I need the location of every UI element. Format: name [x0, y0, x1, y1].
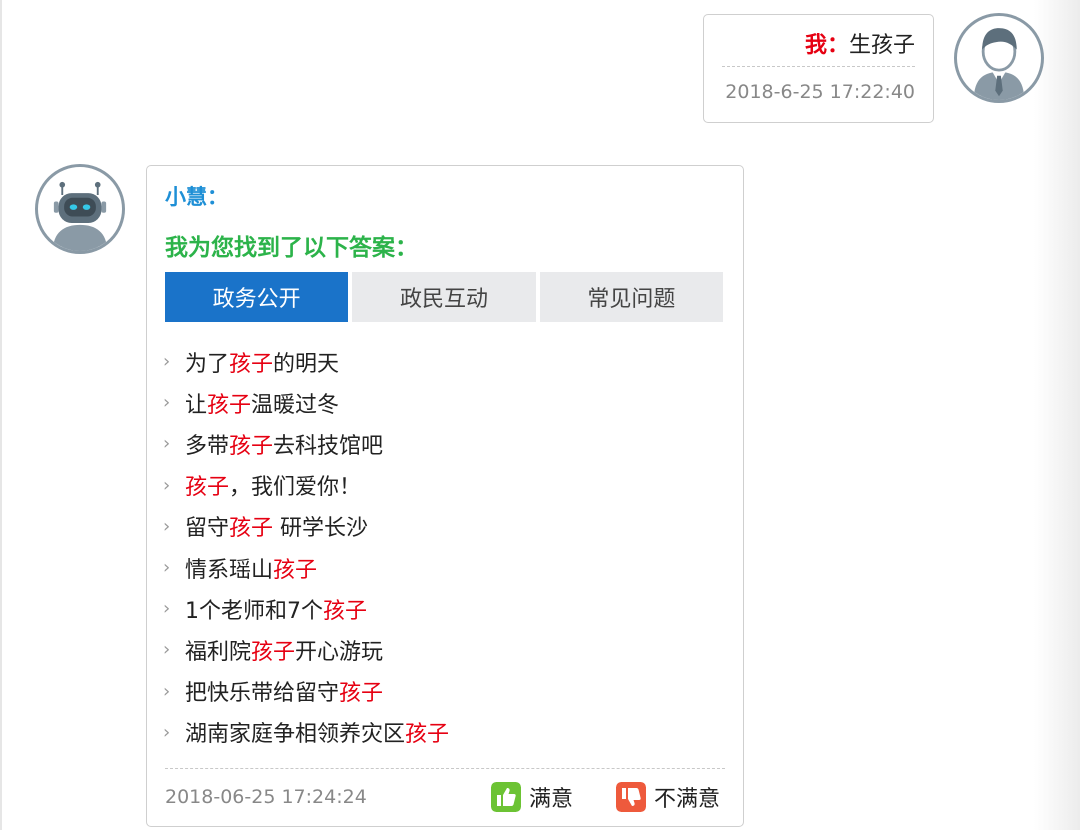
result-text-before: 为了	[185, 351, 230, 377]
page-right-shadow	[1034, 0, 1080, 830]
result-text-before: 1个老师和7个	[185, 598, 323, 624]
chevron-right-icon: ›	[163, 639, 171, 661]
user-message-divider	[722, 66, 915, 67]
result-keyword: 孩子	[405, 722, 450, 748]
result-item[interactable]: › 孩子 ，我们爱你！	[161, 465, 721, 506]
user-sender-label: 我：	[804, 33, 849, 58]
chevron-right-icon: ›	[163, 515, 171, 537]
user-message-text: 生孩子	[848, 33, 915, 58]
chevron-right-icon: ›	[163, 557, 171, 579]
bot-intro-text: 我为您找到了以下答案：	[165, 235, 418, 261]
result-item[interactable]: › 把快乐带给留守 孩子	[161, 671, 721, 712]
user-avatar-icon	[954, 13, 1044, 103]
bot-message-divider	[165, 768, 725, 769]
bot-message-timestamp: 2018-06-25 17:24:24	[165, 786, 367, 808]
result-keyword: 孩子	[323, 598, 368, 624]
chevron-right-icon: ›	[163, 598, 171, 620]
tab-government-affairs[interactable]: 政务公开	[165, 272, 349, 322]
result-text-after: ，我们爱你！	[229, 475, 362, 501]
answer-results-list: › 为了 孩子 的明天 › 让孩子 温暖过冬 › 多带 孩子 去科技馆吧 › 孩子 ，我们爱你！ ›…	[161, 341, 721, 753]
result-text-before: 湖南家庭争相领养灾区	[185, 722, 406, 748]
result-item[interactable]: › 福利院 孩子 开心游玩	[161, 629, 721, 670]
user-message-timestamp: 2018-6-25 17:22:40	[725, 81, 915, 103]
result-text-after: 开心游玩	[295, 639, 384, 665]
user-message-bubble: 我：生孩子 2018-6-25 17:22:40	[703, 14, 934, 123]
result-text-before: 留守	[185, 516, 230, 542]
result-item[interactable]: › 让孩子 温暖过冬	[161, 382, 721, 423]
result-item[interactable]: › 1个老师和7个 孩子	[161, 588, 721, 629]
result-item[interactable]: › 多带 孩子 去科技馆吧	[161, 423, 721, 464]
bot-message-bubble: 小慧： 我为您找到了以下答案： 政务公开 政民互动 常见问题 › 为了 孩子 的明天 …	[146, 165, 744, 827]
user-message-line: 我：生孩子	[805, 31, 915, 61]
satisfied-label: 满意	[529, 787, 574, 812]
result-text-after: 温暖过冬	[251, 392, 340, 418]
result-text-after: 的明天	[273, 351, 340, 377]
result-item[interactable]: › 情系瑶山 孩子	[161, 547, 721, 588]
result-keyword: 孩子	[185, 475, 230, 501]
unsatisfied-label: 不满意	[654, 787, 721, 812]
result-keyword: 孩子	[273, 557, 318, 583]
result-item[interactable]: › 为了 孩子 的明天	[161, 341, 721, 382]
chevron-right-icon: ›	[163, 474, 171, 496]
result-text-before: 多带	[185, 433, 230, 459]
robot-avatar-icon	[35, 164, 125, 254]
result-keyword: 孩子	[229, 351, 274, 377]
result-keyword: 孩子	[339, 681, 384, 707]
answer-category-tabs: 政务公开 政民互动 常见问题	[165, 272, 723, 322]
result-text-after: 去科技馆吧	[273, 433, 384, 459]
result-item[interactable]: › 留守 孩子 研学长沙	[161, 506, 721, 547]
result-keyword: 孩子	[207, 392, 252, 418]
result-keyword: 孩子	[251, 639, 296, 665]
chevron-right-icon: ›	[163, 721, 171, 743]
page-left-edge	[0, 0, 2, 830]
bot-sender-label: 小慧：	[165, 185, 228, 209]
thumbs-up-icon	[491, 782, 521, 812]
satisfied-button[interactable]: 满意	[491, 781, 573, 813]
result-text-before: 让	[185, 392, 208, 418]
unsatisfied-button[interactable]: 不满意	[616, 781, 720, 813]
tab-faq[interactable]: 常见问题	[539, 272, 723, 322]
result-text-before: 把快乐带给留守	[185, 681, 340, 707]
chevron-right-icon: ›	[163, 392, 171, 414]
chevron-right-icon: ›	[163, 351, 171, 373]
result-text-before: 情系瑶山	[185, 557, 274, 583]
result-text-before: 福利院	[185, 639, 252, 665]
result-item[interactable]: › 湖南家庭争相领养灾区 孩子	[161, 712, 721, 753]
thumbs-down-icon	[616, 782, 646, 812]
chevron-right-icon: ›	[163, 680, 171, 702]
tab-public-interaction[interactable]: 政民互动	[352, 272, 536, 322]
result-keyword: 孩子	[229, 516, 274, 542]
result-text-after: 研学长沙	[273, 516, 369, 542]
chevron-right-icon: ›	[163, 433, 171, 455]
result-keyword: 孩子	[229, 433, 274, 459]
